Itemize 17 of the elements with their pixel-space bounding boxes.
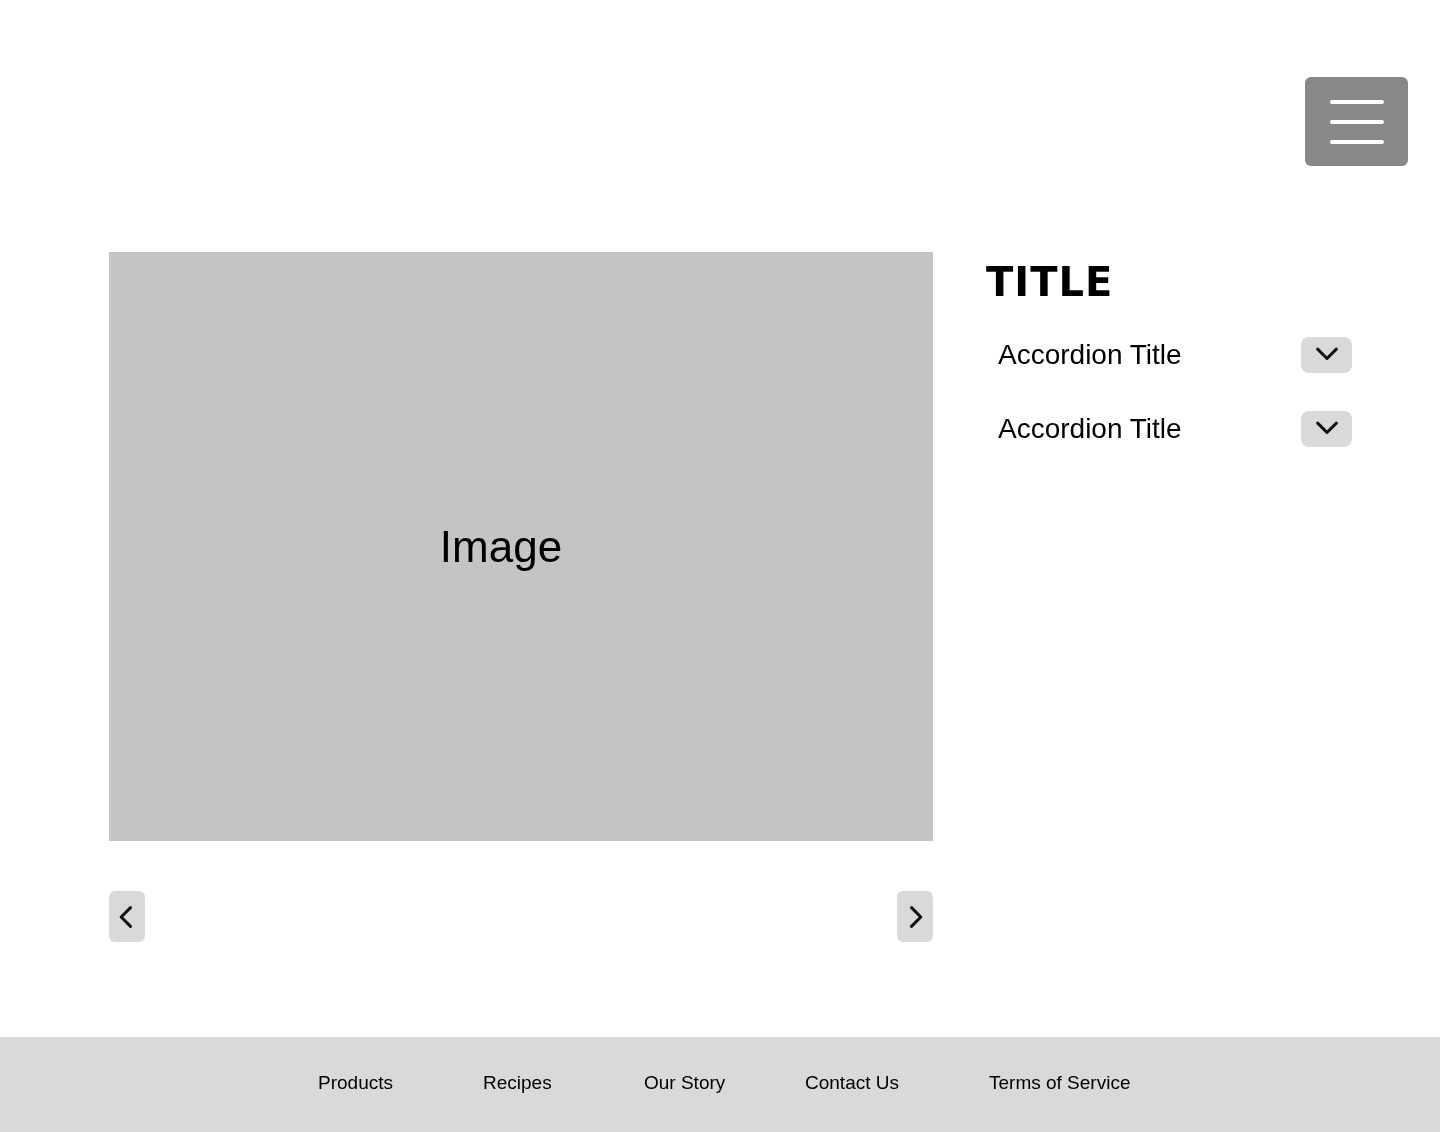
footer-link[interactable]: Contact Us xyxy=(805,1069,899,1098)
footer-link[interactable]: Recipes xyxy=(483,1069,552,1098)
footer-link[interactable]: Products xyxy=(318,1069,393,1098)
previous-button[interactable] xyxy=(109,891,145,942)
accordion-header[interactable]: Accordion Title xyxy=(986,334,1352,376)
menu-button[interactable] xyxy=(1305,77,1408,166)
accordion-title: Accordion Title xyxy=(998,338,1182,372)
image-label: Image xyxy=(439,520,563,573)
accordion-header[interactable]: Accordion Title xyxy=(986,408,1352,450)
footer-link[interactable]: Terms of Service xyxy=(989,1069,1131,1098)
expand-button[interactable] xyxy=(1301,411,1352,447)
accordion-title: Accordion Title xyxy=(998,412,1182,446)
next-button[interactable] xyxy=(897,891,933,942)
expand-button[interactable] xyxy=(1301,337,1352,373)
section-title: TITLE xyxy=(986,262,1115,302)
footer-link[interactable]: Our Story xyxy=(644,1069,726,1098)
menu-icon xyxy=(1329,98,1384,145)
